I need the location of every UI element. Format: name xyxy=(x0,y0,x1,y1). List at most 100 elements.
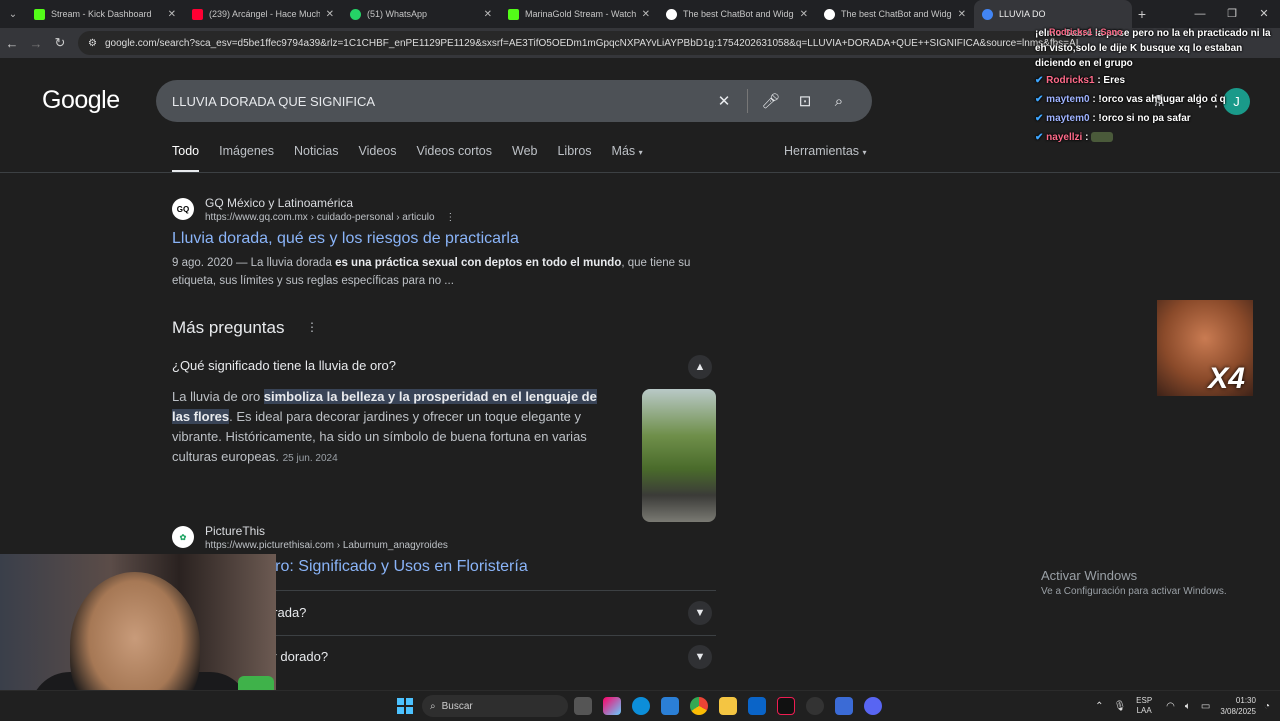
result-site-name[interactable]: PictureThis xyxy=(205,524,265,538)
github-icon xyxy=(824,8,835,20)
caret-down-icon: ▾ xyxy=(638,148,643,157)
tab-search-chevron-icon[interactable]: ⌄ xyxy=(0,9,26,20)
browser-tab-chatbot-1[interactable]: The best ChatBot and Widgets ✕ xyxy=(658,0,816,28)
language-indicator[interactable]: ESP LAA xyxy=(1136,696,1152,716)
tab-videos[interactable]: Videos xyxy=(358,144,396,173)
close-icon[interactable]: ✕ xyxy=(326,9,334,20)
copilot-icon[interactable] xyxy=(603,697,621,715)
tab-todo[interactable]: Todo xyxy=(172,144,200,173)
windows-taskbar: ⌕ Buscar ⌃ 🎙︎ ESP LAA ◠ 🔈︎ ▭ 01:30 3/08/202… xyxy=(0,690,1280,720)
clock[interactable]: 01:30 3/08/2025 xyxy=(1220,695,1256,717)
search-icon[interactable]: ⌕ xyxy=(822,93,856,110)
close-window-icon[interactable]: ✕ xyxy=(1248,0,1280,28)
activate-windows-watermark: Activar Windows Ve a Configuración para … xyxy=(1041,568,1227,597)
youtube-icon xyxy=(192,8,203,20)
close-icon[interactable]: ✕ xyxy=(958,9,966,20)
tab-imagenes[interactable]: Imágenes xyxy=(219,144,274,173)
battery-icon[interactable]: ▭ xyxy=(1201,701,1210,712)
tools-button[interactable]: Herramientas ▾ xyxy=(784,144,867,158)
browser-tab-chatbot-2[interactable]: The best ChatBot and Widgets ✕ xyxy=(816,0,974,28)
result-url[interactable]: https://www.picturethisai.com › Laburnum… xyxy=(205,540,448,551)
browser-tab-kick[interactable]: Stream - Kick Dashboard ✕ xyxy=(26,0,184,28)
browser-tab-marinagold[interactable]: MarinaGold Stream - Watch Li ✕ xyxy=(500,0,658,28)
clear-icon[interactable]: ✕ xyxy=(707,92,741,110)
more-vert-icon[interactable]: ⋮ xyxy=(306,320,318,334)
chat-message: ✔ maytem0 : !orco vas ah jugar algo o q xyxy=(1035,94,1226,105)
new-tab-plus-icon[interactable]: + xyxy=(1132,6,1152,22)
chat-message: ✔ maytem0 : !orco si no pa safar xyxy=(1035,113,1191,124)
paa-question-expanded[interactable]: ¿Qué significado tiene la lluvia de oro? xyxy=(172,358,716,373)
forward-arrow-icon[interactable]: → xyxy=(24,36,48,51)
search-input[interactable]: LLUVIA DORADA QUE SIGNIFICA xyxy=(172,94,707,109)
caret-down-icon: ▾ xyxy=(862,148,867,157)
microphone-icon[interactable]: 🎙︎ xyxy=(1113,701,1126,712)
tab-web[interactable]: Web xyxy=(512,144,537,173)
file-manager-icon[interactable] xyxy=(574,697,592,715)
close-icon[interactable]: ✕ xyxy=(484,9,492,20)
github-icon xyxy=(666,8,677,20)
reload-icon[interactable]: ↻ xyxy=(48,35,72,51)
google-icon xyxy=(982,8,993,20)
window-controls: — ❐ ✕ xyxy=(1184,0,1280,28)
paa-heading: Más preguntas xyxy=(172,318,285,337)
laughing-emote-overlay: X4 xyxy=(1157,300,1253,396)
close-icon[interactable]: ✕ xyxy=(800,9,808,20)
result-site-name[interactable]: GQ México y Latinoamérica xyxy=(205,196,353,210)
browser-tab-youtube[interactable]: (239) Arcángel - Hace Mucho Ti✕ xyxy=(184,0,342,28)
chrome-icon[interactable] xyxy=(690,697,708,715)
volume-icon[interactable]: 🔈︎ xyxy=(1185,701,1191,712)
kick-icon xyxy=(34,8,45,20)
notification-icon[interactable]: ◔ xyxy=(1264,701,1270,712)
result-url[interactable]: https://www.gq.com.mx › cuidado-personal… xyxy=(205,212,455,223)
laburnum-tree-thumbnail[interactable] xyxy=(642,389,716,522)
folder-icon[interactable] xyxy=(719,697,737,715)
obs-icon[interactable] xyxy=(806,697,824,715)
windows-start-icon[interactable] xyxy=(397,698,413,714)
back-arrow-icon[interactable]: ← xyxy=(0,36,24,51)
close-icon[interactable]: ✕ xyxy=(642,9,650,20)
verified-badge-icon: ✔ xyxy=(1035,75,1044,86)
picturethis-logo-icon: ✿ xyxy=(172,526,194,548)
more-vert-icon[interactable]: ⋮ xyxy=(445,212,455,223)
tiktok-icon[interactable] xyxy=(777,697,795,715)
store-icon[interactable] xyxy=(661,697,679,715)
app-icon[interactable] xyxy=(835,697,853,715)
result-snippet: 9 ago. 2020 — La lluvia dorada es una pr… xyxy=(172,257,691,287)
search-box[interactable]: LLUVIA DORADA QUE SIGNIFICA ✕ 🎤︎ ⊡ ⌕ xyxy=(156,80,872,122)
microphone-icon[interactable]: 🎤︎ xyxy=(754,92,788,110)
kick-icon xyxy=(508,8,519,20)
tab-mas[interactable]: Más ▾ xyxy=(612,144,643,173)
tab-videos-cortos[interactable]: Videos cortos xyxy=(416,144,492,173)
gq-site-logo: GQ xyxy=(172,198,194,220)
outlook-icon[interactable] xyxy=(748,697,766,715)
emote-icon xyxy=(1091,132,1114,143)
minimize-icon[interactable]: — xyxy=(1184,0,1216,28)
lens-camera-icon[interactable]: ⊡ xyxy=(788,92,822,110)
result-title-link[interactable]: Lluvia dorada, qué es y los riesgos de p… xyxy=(172,230,519,248)
tab-noticias[interactable]: Noticias xyxy=(294,144,338,173)
site-info-icon[interactable]: ⚙ xyxy=(88,38,97,49)
taskbar-search[interactable]: ⌕ Buscar xyxy=(422,695,568,717)
edge-icon[interactable] xyxy=(632,697,650,715)
wifi-icon[interactable]: ◠ xyxy=(1166,701,1175,712)
browser-tab-whatsapp[interactable]: (51) WhatsApp ✕ xyxy=(342,0,500,28)
verified-badge-icon: ✔ xyxy=(1035,132,1044,143)
chevron-up-icon[interactable]: ⌃ xyxy=(1095,701,1103,712)
chevron-up-icon[interactable]: ▲ xyxy=(688,355,712,379)
tabs-divider xyxy=(0,172,1280,173)
maximize-icon[interactable]: ❐ xyxy=(1216,0,1248,28)
close-icon[interactable]: ✕ xyxy=(168,9,176,20)
google-logo[interactable]: Google xyxy=(42,86,120,115)
chevron-down-icon[interactable]: ▼ xyxy=(688,601,712,625)
verified-badge-icon: ✔ xyxy=(1035,94,1044,105)
discord-icon[interactable] xyxy=(864,697,882,715)
tab-libros[interactable]: Libros xyxy=(557,144,591,173)
chat-message: ✔ Rodricks1 : Eres xyxy=(1035,75,1126,86)
whatsapp-icon xyxy=(350,8,361,20)
url-input[interactable]: ⚙ google.com/search?sca_esv=d5be1ffec979… xyxy=(78,31,1078,55)
search-divider xyxy=(747,89,748,113)
browser-tab-strip: ⌄ Stream - Kick Dashboard ✕ (239) Arcánge… xyxy=(0,0,1280,28)
chevron-down-icon[interactable]: ▼ xyxy=(688,645,712,669)
verified-badge-icon: ✔ xyxy=(1035,113,1044,124)
browser-tab-google-active[interactable]: LLUVIA DO xyxy=(974,0,1132,28)
